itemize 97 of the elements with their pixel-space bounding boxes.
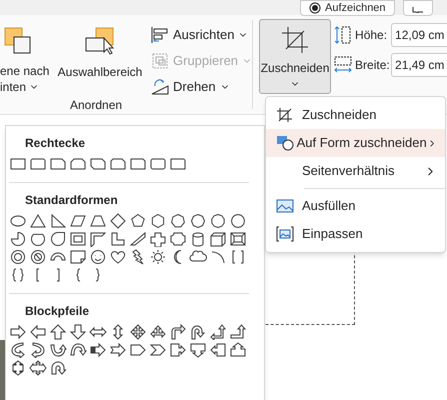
ribbon-small-button[interactable]: Drehen — [151, 78, 252, 96]
width-icon — [333, 55, 354, 75]
shape-icon[interactable] — [9, 156, 27, 172]
shape-icon[interactable] — [229, 213, 247, 229]
shape-icon[interactable] — [209, 324, 227, 340]
shape-icon[interactable] — [209, 249, 227, 265]
shape-icon[interactable] — [49, 324, 67, 340]
selection-pane-button[interactable]: Auswahlbereich — [55, 20, 145, 96]
shape-icon[interactable] — [209, 231, 227, 247]
shape-icon[interactable] — [129, 324, 147, 340]
shape-icon[interactable] — [149, 231, 167, 247]
shape-icon[interactable] — [9, 342, 27, 358]
shape-icon[interactable] — [89, 324, 107, 340]
shape-icon[interactable] — [49, 342, 67, 358]
shape-icon[interactable] — [129, 342, 147, 358]
shape-icon[interactable] — [129, 213, 147, 229]
shape-icon[interactable] — [69, 156, 87, 172]
field-label: Breite: — [355, 57, 390, 74]
shape-icon[interactable] — [9, 213, 27, 229]
shape-icon[interactable] — [129, 231, 147, 247]
shape-icon[interactable] — [29, 213, 47, 229]
send-backward-button[interactable]: ene nach inten — [0, 20, 52, 96]
shape-icon[interactable] — [89, 156, 107, 172]
shape-icon[interactable] — [69, 342, 87, 358]
shape-icon[interactable] — [209, 342, 227, 358]
height-icon — [333, 25, 354, 45]
record-icon — [309, 2, 321, 14]
shape-icon[interactable] — [29, 231, 47, 247]
shape-icon[interactable] — [89, 342, 107, 358]
square-circle-icon — [276, 135, 294, 151]
shape-icon[interactable] — [229, 231, 247, 247]
menu-item[interactable]: Seitenverhältnis — [266, 157, 445, 185]
section-title: Standardformen — [24, 192, 119, 209]
shape-icon[interactable] — [169, 324, 187, 340]
ribbon-small-button[interactable]: Ausrichten — [151, 26, 252, 44]
shape-icon[interactable] — [149, 249, 167, 265]
size-field[interactable]: 21,49 cm — [391, 53, 447, 77]
comment-button[interactable] — [402, 0, 433, 16]
shape-icon[interactable] — [229, 342, 247, 358]
framed-picture-icon — [276, 226, 294, 242]
shape-icon[interactable] — [209, 213, 227, 229]
shape-icon[interactable] — [29, 156, 47, 172]
shape-icon[interactable] — [89, 249, 107, 265]
menu-item[interactable]: Auf Form zuschneiden — [266, 129, 445, 157]
shape-icon[interactable] — [69, 249, 87, 265]
shape-icon[interactable] — [69, 231, 87, 247]
crop-button[interactable]: Zuschneiden — [259, 19, 332, 94]
shape-icon[interactable] — [189, 324, 207, 340]
speech-bubble-icon — [412, 7, 424, 13]
shape-icon[interactable] — [189, 342, 207, 358]
crop-icon — [276, 107, 294, 123]
section-title: Blockpfeile — [24, 303, 90, 320]
shape-icon[interactable] — [149, 213, 167, 229]
shape-icon[interactable] — [69, 213, 87, 229]
shape-icon[interactable] — [29, 342, 47, 358]
shape-icon[interactable] — [149, 342, 167, 358]
shape-icon[interactable] — [109, 213, 127, 229]
record-button[interactable]: Aufzeichnen — [300, 0, 395, 16]
shape-icon[interactable] — [169, 231, 187, 247]
group-label: Anordnen — [70, 97, 122, 114]
shape-icon[interactable] — [129, 156, 147, 172]
group-icon — [151, 52, 169, 70]
menu-item[interactable]: Ausfüllen — [266, 185, 445, 220]
shape-icon[interactable] — [49, 231, 67, 247]
menu-item[interactable]: Zuschneiden — [266, 101, 445, 129]
size-field[interactable]: 12,09 cm — [391, 23, 447, 47]
shape-icon[interactable] — [109, 231, 127, 247]
shape-icon[interactable] — [149, 156, 167, 172]
shape-icon[interactable] — [29, 249, 47, 265]
shape-icon[interactable] — [149, 324, 167, 340]
field-label: Höhe: — [355, 27, 388, 44]
selection-pane-icon — [84, 26, 116, 56]
shape-icon[interactable] — [9, 324, 27, 340]
shape-icon[interactable] — [169, 213, 187, 229]
shape-icon[interactable] — [109, 249, 127, 265]
section-title: Rechtecke — [24, 135, 86, 152]
shape-icon[interactable] — [109, 156, 127, 172]
shape-icon[interactable] — [29, 324, 47, 340]
crop-icon — [280, 25, 310, 55]
shape-icon[interactable] — [169, 342, 187, 358]
shape-icon[interactable] — [189, 213, 207, 229]
rotate-icon — [151, 78, 169, 96]
picture-icon — [276, 198, 294, 214]
menu-item[interactable]: Einpassen — [266, 220, 445, 248]
shape-icon[interactable] — [49, 360, 67, 376]
shape-icon[interactable] — [109, 342, 127, 358]
shape-icon[interactable] — [169, 156, 187, 172]
shape-icon[interactable] — [89, 213, 107, 229]
shape-icon[interactable] — [29, 360, 47, 376]
shape-icon[interactable] — [69, 324, 87, 340]
align-icon — [151, 26, 169, 44]
shape-icon[interactable] — [49, 156, 67, 172]
shape-icon[interactable] — [9, 249, 27, 265]
shape-icon[interactable] — [229, 324, 247, 340]
shape-icon[interactable] — [89, 231, 107, 247]
shape-icon[interactable] — [49, 213, 67, 229]
shape-icon[interactable] — [9, 231, 27, 247]
